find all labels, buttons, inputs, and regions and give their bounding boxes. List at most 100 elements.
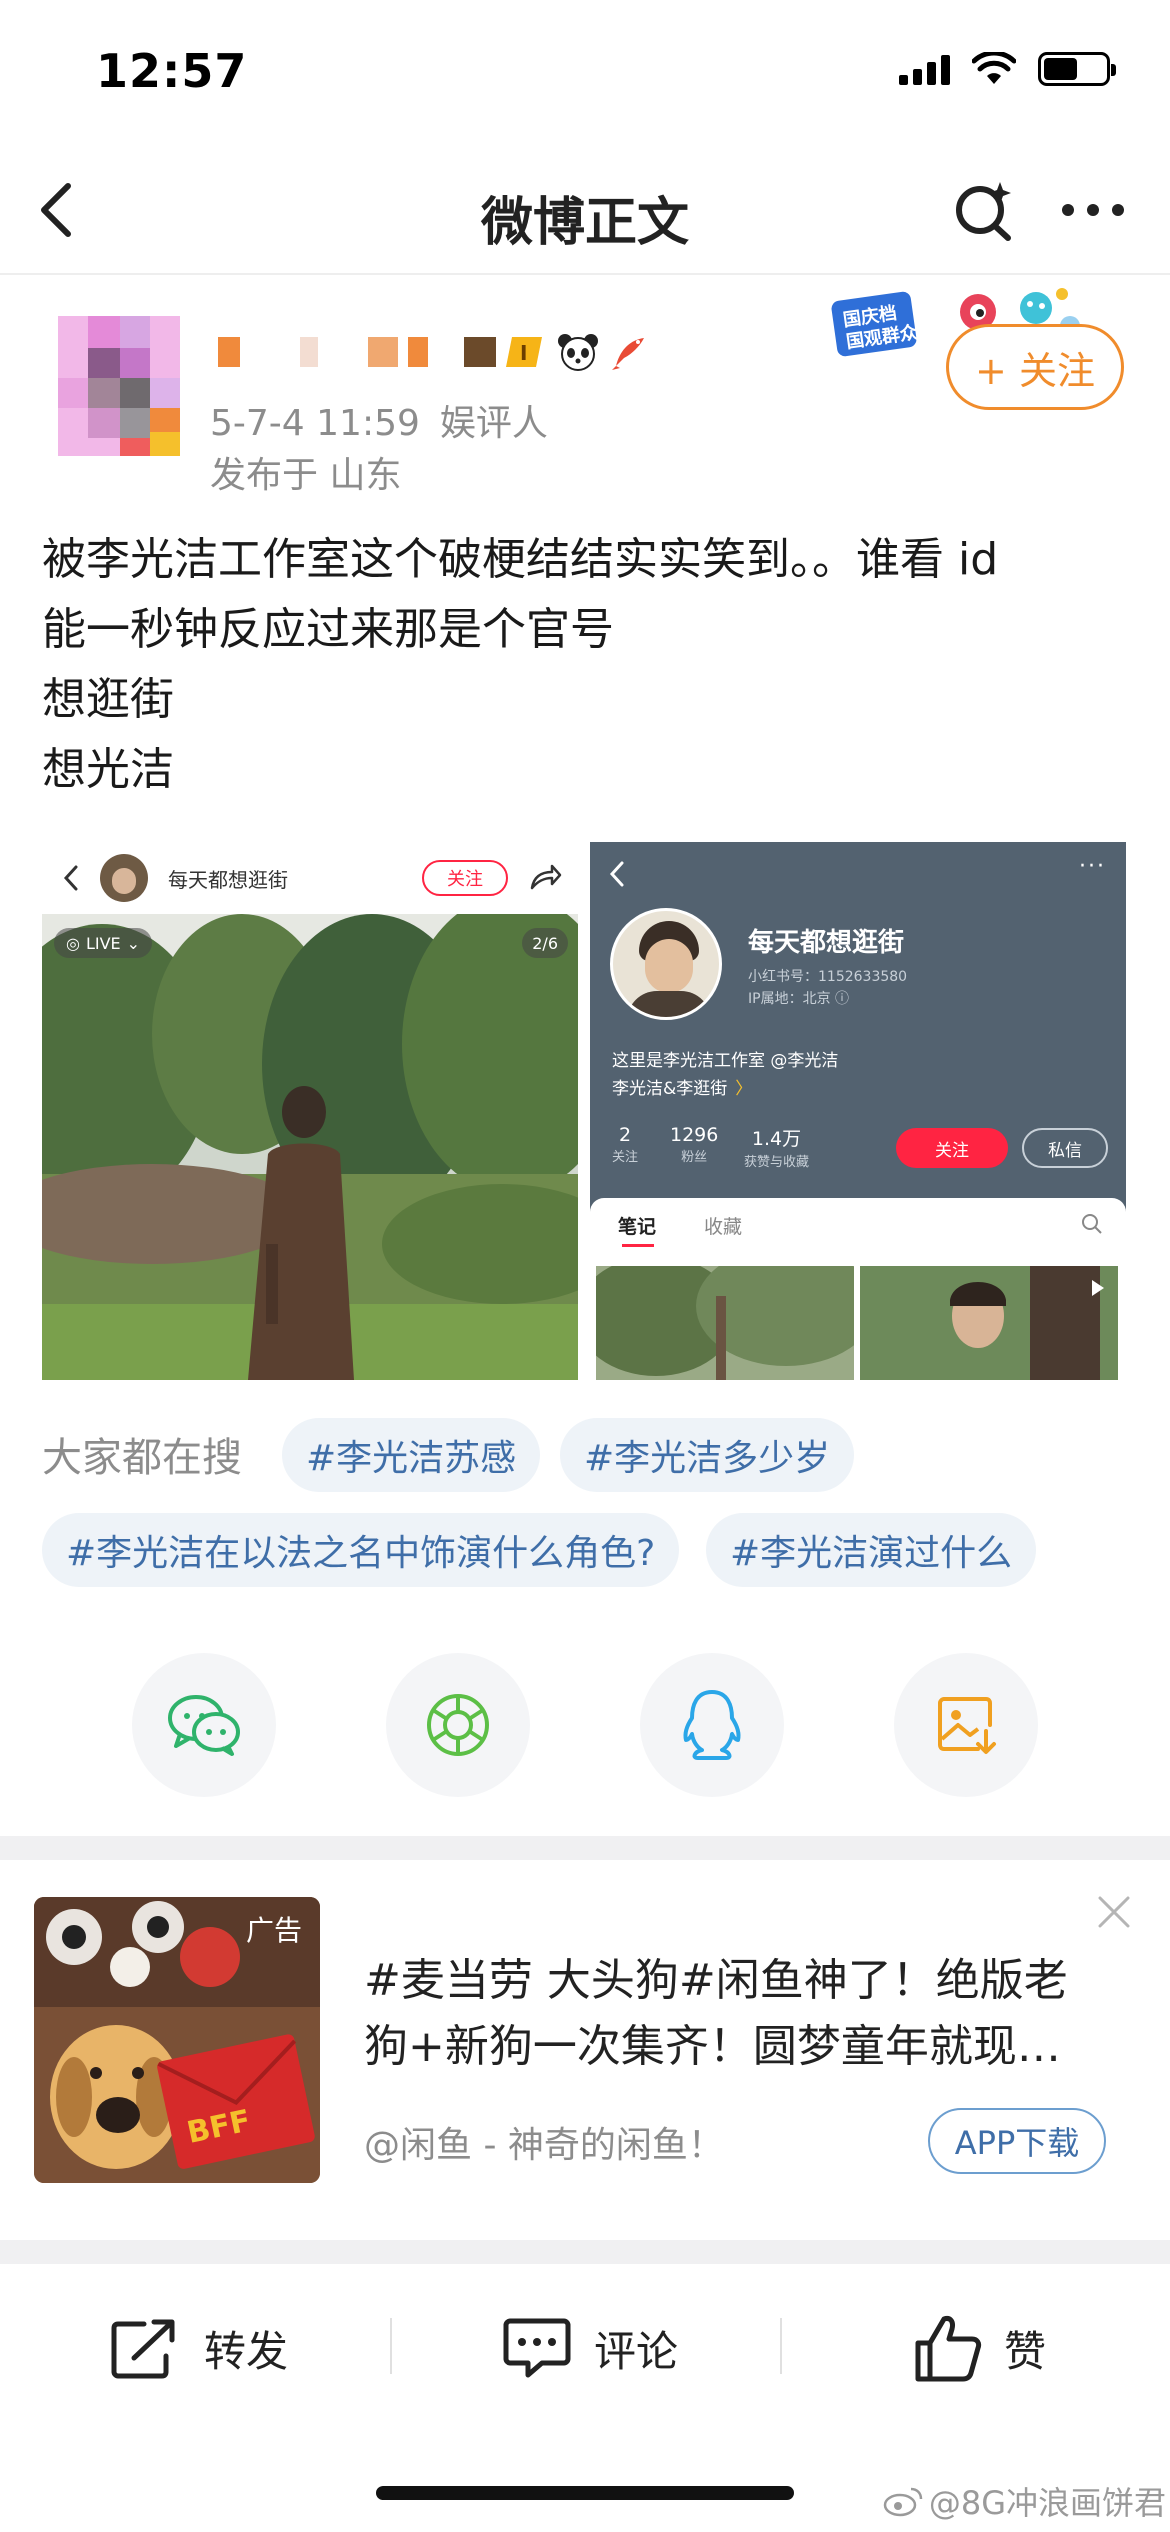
account-name: 每天都想逛街: [168, 868, 288, 892]
qq-icon: [683, 1690, 741, 1760]
save-image-icon: [938, 1697, 996, 1754]
app-download-button[interactable]: APP下载: [928, 2108, 1106, 2174]
weibo-logo-icon: [883, 2487, 923, 2517]
wechat-icon: [168, 1695, 240, 1756]
image-counter: 2/6: [522, 928, 568, 958]
live-icon: ◎: [66, 933, 80, 953]
close-icon[interactable]: [1094, 1892, 1134, 1932]
status-bar: 12:57: [0, 0, 1170, 150]
avatar[interactable]: [58, 316, 180, 456]
post-text: 被李光洁工作室这个破梗结结实实笑到。。谁看 id 能一秒钟反应过来那是个官号 想…: [42, 525, 1132, 805]
ad-source: @闲鱼 - 神奇的闲鱼！: [364, 2125, 724, 2166]
post-source: 娱评人: [439, 403, 548, 444]
search-tag[interactable]: #李光洁演过什么: [706, 1513, 1037, 1587]
stat-value: 2: [618, 1124, 632, 1146]
search-icon: [1082, 1214, 1102, 1234]
section-divider: [0, 1836, 1170, 1860]
note-thumbnail: [860, 1266, 1118, 1380]
save-image-button[interactable]: [894, 1653, 1038, 1797]
post-meta: 5-7-4 11:59 娱评人: [210, 394, 548, 446]
ad-image[interactable]: BFF 广告: [34, 1897, 320, 2183]
ad-label: 广告: [245, 1914, 302, 1947]
stat-label: 粉丝: [681, 1150, 708, 1165]
search-tag[interactable]: #李光洁在以法之名中饰演什么角色?: [42, 1513, 680, 1587]
search-tag[interactable]: #李光洁苏感: [282, 1418, 541, 1492]
profile-bio-line: 这里是李光洁工作室 @李光洁: [612, 1051, 839, 1071]
profile-tabs: 笔记 收藏: [590, 1198, 1126, 1380]
profile-bio-line: 李光洁&李逛街〉: [612, 1074, 752, 1099]
action-separator: [780, 2318, 782, 2374]
ad-title[interactable]: #麦当劳 大头狗#闲鱼神了！绝版老 狗+新狗一次集齐！圆梦童年就现…: [364, 1948, 1104, 2080]
nav-bar: 微博正文: [0, 150, 1170, 275]
screenshot-header: 每天都想逛街 关注: [42, 842, 578, 914]
like-label: 赞: [1004, 2326, 1047, 2376]
comment-label: 评论: [594, 2326, 679, 2376]
battery-icon: [1038, 52, 1116, 86]
back-arrow-icon: [63, 865, 78, 891]
status-time: 12:57: [96, 44, 248, 98]
share-wechat-button[interactable]: [132, 1653, 276, 1797]
xhs-id: 小红书号：1152633580: [748, 969, 908, 985]
watermark: @8G冲浪画饼君: [883, 2478, 1166, 2524]
comment-icon: [503, 2318, 571, 2378]
more-options-icon: ···: [1079, 854, 1106, 879]
stat-value: 1296: [670, 1124, 719, 1146]
profile-stat: 2 关注: [612, 1124, 638, 1165]
search-tag[interactable]: #李光洁多少岁: [560, 1418, 855, 1492]
profile-avatar: [610, 908, 722, 1020]
post-location: 发布于 山东: [210, 455, 402, 496]
search-icon[interactable]: [950, 176, 1020, 246]
moments-icon: [427, 1694, 489, 1756]
live-label: LIVE: [85, 933, 121, 953]
profile-stat: 1.4万 获赞与收藏: [744, 1124, 809, 1170]
koi-fish-icon: [612, 338, 644, 370]
home-indicator: [376, 2486, 794, 2500]
post-text-line: 被李光洁工作室这个破梗结结实实笑到。。谁看 id: [42, 534, 999, 585]
svg-text:I: I: [520, 341, 527, 365]
tab-collections: 收藏: [704, 1216, 743, 1238]
stat-label: 关注: [612, 1150, 639, 1165]
repost-label: 转发: [204, 2326, 289, 2376]
thumbs-up-icon: [915, 2316, 982, 2382]
share-qq-button[interactable]: [640, 1653, 784, 1797]
username-obscured[interactable]: I: [218, 332, 650, 372]
comment-button[interactable]: 评论: [502, 2308, 678, 2388]
status-icons: [899, 52, 1116, 86]
profile-follow-button: 关注: [896, 1128, 1008, 1168]
post-text-line: 能一秒钟反应过来那是个官号: [42, 604, 614, 655]
post-time: 5-7-4 11:59: [210, 403, 420, 444]
bio-text: 李光洁&李逛街: [612, 1079, 728, 1099]
back-arrow-icon: [609, 861, 624, 887]
follow-button[interactable]: + 关注: [946, 324, 1124, 410]
panda-icon: [558, 334, 598, 371]
ad-title-line: 狗+新狗一次集齐！圆梦童年就现…: [364, 2021, 1061, 2072]
post-text-line: 想逛街: [42, 674, 174, 725]
chevron-down-icon: ⌄: [126, 933, 141, 953]
vip-level-icon: I: [506, 337, 542, 367]
repost-button[interactable]: 转发: [110, 2308, 288, 2388]
follow-button: 关注: [422, 860, 508, 896]
profile-name: 每天都想逛街: [748, 928, 905, 958]
like-button[interactable]: 赞: [914, 2308, 1046, 2388]
ad-title-line: #麦当劳 大头狗#闲鱼神了！绝版老: [364, 1955, 1068, 2006]
garden-photo: [42, 914, 578, 1380]
profile-stat: 1296 粉丝: [670, 1124, 718, 1165]
message-button: 私信: [1022, 1128, 1108, 1168]
repost-icon: [111, 2319, 175, 2379]
stat-value: 1.4万: [751, 1128, 802, 1150]
live-badge: ◎ LIVE ⌄: [54, 928, 153, 958]
watermark-text: @8G冲浪画饼君: [928, 2484, 1166, 2522]
share-icon: [530, 864, 562, 890]
trending-search-label: 大家都在搜: [42, 1435, 242, 1481]
account-avatar: [100, 854, 148, 902]
stat-label: 获赞与收藏: [744, 1155, 810, 1170]
tab-underline: [622, 1244, 654, 1247]
cellular-signal-icon: [899, 53, 950, 85]
post-text-line: 想光洁: [42, 744, 174, 795]
tab-notes: 笔记: [618, 1216, 657, 1238]
post-image-1[interactable]: 每天都想逛街 关注 ◎ LIVE ⌄ 2/6: [42, 842, 578, 1380]
share-moments-button[interactable]: [386, 1653, 530, 1797]
post-image-2[interactable]: ··· 每天都想逛街 小红书号：1152633580 IP属地：北京 ⓘ 这里是…: [590, 842, 1126, 1380]
more-options-icon[interactable]: [1058, 190, 1128, 230]
ip-location: IP属地：北京 ⓘ: [748, 991, 850, 1007]
